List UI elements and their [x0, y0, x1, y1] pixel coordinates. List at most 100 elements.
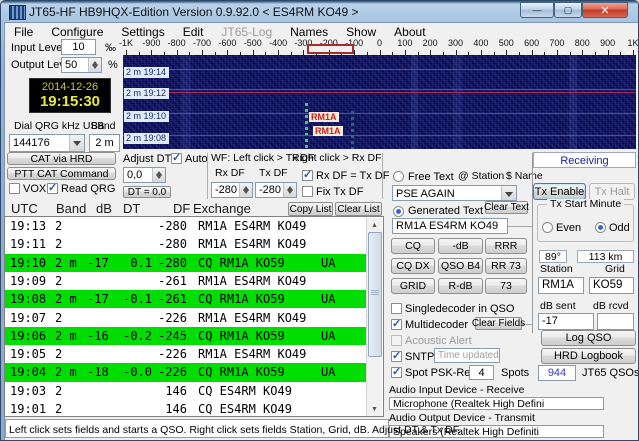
- waterfall-period-label: 2 m 19:10: [124, 111, 169, 122]
- rx-df-spinner[interactable]: -280: [211, 182, 253, 198]
- decode-cell-utc: 19:05: [10, 347, 46, 361]
- hrd-logbook-button[interactable]: HRD Logbook: [541, 348, 636, 364]
- auto-dt-checkbox[interactable]: [171, 153, 182, 164]
- chevron-down-icon[interactable]: [69, 135, 84, 151]
- frequency-ruler[interactable]: -1K-900-800-700-600-500-400-300-200-1000…: [123, 38, 636, 55]
- generated-text-radio[interactable]: [393, 206, 404, 217]
- band-field: 2 m: [89, 134, 120, 152]
- macro-rrr[interactable]: RRR: [485, 238, 527, 254]
- spots-count-field[interactable]: 4: [469, 365, 494, 380]
- spot-psk-checkbox[interactable]: [391, 367, 402, 378]
- decode-row[interactable]: 19:092-261RM1A ES4RM KO49: [5, 272, 369, 290]
- decode-table[interactable]: 19:132-280RM1A ES4RM KO4919:112-280RM1A …: [4, 216, 384, 417]
- decode-header-band: Band: [56, 202, 86, 216]
- generated-text-field[interactable]: RM1A ES4RM KO49: [392, 218, 508, 234]
- decode-row[interactable]: 19:032146CQ ES4RM KO49: [5, 382, 369, 400]
- spinner-arrows-icon[interactable]: [152, 168, 165, 182]
- decode-header-dt: DT: [123, 202, 140, 216]
- tx-df-spinner[interactable]: -280: [255, 182, 297, 198]
- close-button[interactable]: ✕: [582, 2, 628, 18]
- menu-file[interactable]: File: [5, 23, 42, 42]
- read-qrg-checkbox[interactable]: [47, 183, 58, 194]
- decode-cell-dt: -0.1: [115, 292, 152, 306]
- dial-qrg-combo[interactable]: 144176: [9, 134, 85, 152]
- decode-cell-band: 2: [55, 274, 62, 288]
- decode-cell-cty: UA: [321, 292, 335, 306]
- waterfall-period-label: 2 m 19:08: [124, 133, 169, 144]
- decode-row[interactable]: 19:062 m-16-0.2-245CQ RM1A KO59UA: [5, 327, 369, 345]
- multidecoder-checkbox[interactable]: [391, 319, 402, 330]
- acoustic-alert-checkbox[interactable]: [391, 335, 402, 346]
- maximize-button[interactable]: ▢: [554, 2, 582, 18]
- audio-output-label: Audio Output Device - Transmit: [389, 413, 535, 425]
- tx-odd-radio[interactable]: [595, 222, 606, 233]
- decode-row[interactable]: 19:012146CQ ES4RM KO49: [5, 400, 369, 418]
- decode-cell-utc: 19:09: [10, 274, 46, 288]
- db-rcvd-field[interactable]: [597, 313, 634, 330]
- decode-row[interactable]: 19:102 m-170.1-280CQ RM1A KO59UA: [5, 254, 369, 272]
- tx-even-radio[interactable]: [542, 222, 553, 233]
- spinner-arrows-icon[interactable]: [283, 183, 296, 197]
- sntp-checkbox[interactable]: [391, 351, 402, 362]
- macro-rr-73[interactable]: RR 73: [485, 258, 527, 274]
- spinner-arrows-icon[interactable]: [239, 183, 252, 197]
- copy-list-button[interactable]: Copy List: [288, 202, 333, 216]
- decode-row[interactable]: 19:052-226RM1A ES4RM KO49: [5, 345, 369, 363]
- macro-cq-dx[interactable]: CQ DX: [391, 258, 435, 274]
- macro-qso-b4[interactable]: QSO B4: [438, 258, 483, 274]
- macro-r-db[interactable]: R-dB: [438, 278, 483, 294]
- bearing-field: 89°: [539, 250, 567, 263]
- scrollbar-thumb[interactable]: [368, 232, 382, 357]
- minimize-button[interactable]: —: [520, 2, 554, 18]
- scroll-up-icon[interactable]: ▲: [367, 218, 382, 232]
- rx-eq-tx-checkbox[interactable]: [302, 170, 313, 181]
- dt-reset-button[interactable]: DT = 0.0: [123, 186, 171, 198]
- macro-73[interactable]: 73: [485, 278, 527, 294]
- cat-mode-button[interactable]: CAT via HRD: [7, 152, 116, 165]
- ruler-label: 100: [392, 38, 418, 48]
- clear-list-button[interactable]: Clear List: [335, 202, 382, 216]
- scrollbar[interactable]: ▲ ▼: [366, 218, 382, 416]
- clear-text-button[interactable]: Clear Text: [485, 201, 528, 214]
- waterfall-period-label: 2 m 19:14: [124, 67, 169, 78]
- ruler-label: -600: [214, 38, 240, 48]
- output-level-spinner[interactable]: 50: [61, 57, 102, 73]
- macro-cq[interactable]: CQ: [391, 238, 435, 254]
- station-field[interactable]: RM1A: [538, 277, 584, 294]
- waterfall-display[interactable]: 2 m 19:142 m 19:122 m 19:102 m 19:08RM1A…: [123, 55, 636, 149]
- singledecoder-checkbox[interactable]: [391, 303, 402, 314]
- decode-cell-dt: -0.0: [115, 365, 152, 379]
- decode-cell-ex: CQ ES4RM KO49: [198, 402, 292, 416]
- input-level-field[interactable]: 10: [61, 39, 96, 55]
- tx-df-label: Tx DF: [259, 168, 288, 180]
- decode-cell-utc: 19:01: [10, 402, 46, 416]
- fix-tx-df-checkbox[interactable]: [302, 186, 313, 197]
- log-qso-button[interactable]: Log QSO: [541, 330, 636, 346]
- decode-row[interactable]: 19:112-280RM1A ES4RM KO49: [5, 235, 369, 253]
- distance-field: 113 km: [577, 250, 634, 263]
- decode-row[interactable]: 19:132-280RM1A ES4RM KO49: [5, 217, 369, 235]
- decode-row[interactable]: 19:082 m-17-0.1-261CQ RM1A KO59UA: [5, 290, 369, 308]
- ptt-mode-button[interactable]: PTT CAT Command: [7, 167, 116, 180]
- free-text-combo[interactable]: PSE AGAIN: [392, 185, 517, 201]
- decode-cell-utc: 19:07: [10, 311, 46, 325]
- grid-field[interactable]: KO59: [589, 277, 634, 294]
- df-marker: [307, 44, 354, 54]
- spinner-arrows-icon[interactable]: [88, 58, 101, 72]
- clear-fields-button[interactable]: Clear Fields: [475, 317, 522, 330]
- tx-odd-label: Odd: [609, 222, 630, 234]
- tx-start-label: Tx Start Minute: [547, 199, 624, 211]
- decode-cell-utc: 19:03: [10, 384, 46, 398]
- free-text-value: PSE AGAIN: [396, 188, 455, 200]
- macro--db[interactable]: -dB: [438, 238, 483, 254]
- free-text-radio[interactable]: [393, 171, 404, 182]
- chevron-down-icon[interactable]: [501, 186, 516, 200]
- decode-row[interactable]: 19:072-226RM1A ES4RM KO49: [5, 309, 369, 327]
- decode-row[interactable]: 19:042 m-18-0.0-226CQ RM1A KO59UA: [5, 363, 369, 381]
- decode-cell-df: -261: [151, 274, 187, 288]
- macro-grid[interactable]: GRID: [391, 278, 435, 294]
- scroll-down-icon[interactable]: ▼: [367, 402, 382, 416]
- dt-spinner[interactable]: 0,0: [123, 167, 166, 183]
- vox-checkbox[interactable]: [9, 183, 20, 194]
- db-sent-field[interactable]: -17: [538, 313, 594, 330]
